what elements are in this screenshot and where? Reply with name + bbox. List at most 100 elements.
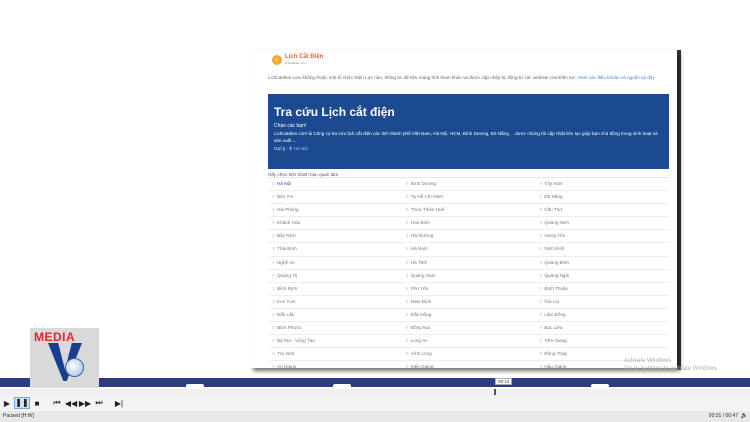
forward-button[interactable]: ▶▶: [78, 399, 92, 408]
province-link[interactable]: ⚲ Hoà Bình: [402, 217, 536, 229]
province-link[interactable]: ⚲ Đà Nẵng: [535, 191, 669, 203]
frame-step-button[interactable]: ▶|: [112, 399, 126, 408]
logo-subtitle: lichcatdien.com: [285, 61, 306, 65]
province-link[interactable]: ⚲ Hải Phòng: [268, 204, 402, 216]
province-link[interactable]: ⚲ Bình Dương: [402, 178, 536, 190]
province-link[interactable]: ⚲ Phú Yên: [402, 283, 536, 295]
province-link[interactable]: ⚲ Nam Định: [402, 296, 536, 308]
province-link[interactable]: ⚲ Cần Thơ: [535, 204, 669, 216]
map-pin-icon: ⚲: [272, 351, 276, 357]
province-link[interactable]: ⚲ Đắk Lắk: [268, 309, 402, 321]
map-pin-icon: ⚲: [539, 325, 543, 331]
province-name: Tp Hồ Chí Minh: [410, 194, 443, 200]
skip-back-button[interactable]: ⏮: [50, 398, 64, 408]
map-pin-icon: ⚲: [539, 364, 543, 368]
province-link[interactable]: ⚲ Quảng Ninh: [535, 217, 669, 229]
province-link[interactable]: ⚲ Hà Nội: [268, 178, 402, 190]
province-link[interactable]: ⚲ Kon Tum: [268, 296, 402, 308]
hero-greeting: Chào các bạn!: [274, 123, 307, 129]
province-name: Cần Thơ: [544, 207, 563, 213]
province-name: Đồng Tháp: [544, 351, 568, 357]
map-pin-icon: ⚲: [272, 233, 276, 239]
map-pin-icon: ⚲: [405, 364, 409, 368]
province-row: ⚲ Đắk Lắk ⚲ Đắk Nông ⚲ Lâm Đồng: [268, 309, 669, 323]
province-link[interactable]: ⚲ Bến Tre: [268, 191, 402, 203]
province-link[interactable]: ⚲ Tây Ninh: [535, 178, 669, 190]
hint-location-link[interactable]: Hà Nội: [294, 146, 308, 151]
province-link[interactable]: ⚲ Nghệ An: [268, 257, 402, 269]
map-pin-icon: ⚲: [272, 325, 276, 331]
province-link[interactable]: ⚲ Kiên Giang: [402, 361, 536, 368]
province-name: Khánh Hòa: [277, 220, 301, 226]
province-row: ⚲ Bình Định ⚲ Phú Yên ⚲ Bình Thuận: [268, 283, 669, 296]
province-name: Nam Định: [410, 298, 432, 304]
site-logo[interactable]: ⚡ Lịch Cắt Điện lichcatdien.com: [272, 54, 323, 66]
map-pin-icon: ⚲: [539, 311, 543, 317]
province-name: Phú Yên: [410, 285, 429, 291]
map-pin-icon: ⚲: [539, 194, 543, 200]
province-row: ⚲ Bình Phước ⚲ Đồng Nai ⚲ Bạc Liêu: [268, 322, 669, 336]
province-name: Đắk Nông: [410, 311, 432, 317]
province-link[interactable]: ⚲ Gia Lai: [535, 296, 669, 308]
province-link[interactable]: ⚲ Thái Bình: [268, 243, 402, 255]
province-link[interactable]: ⚲ Tiền Giang: [535, 335, 669, 347]
province-link[interactable]: ⚲ An Giang: [268, 361, 402, 368]
province-name: Thừa Thiên Huế: [410, 207, 445, 213]
province-name: Hà Nam: [410, 246, 428, 252]
province-link[interactable]: ⚲ Bình Định: [268, 283, 402, 295]
browser-page: ⚡ Lịch Cắt Điện lichcatdien.com Lichcatd…: [250, 50, 677, 368]
play-button[interactable]: ▶: [0, 399, 14, 408]
province-link[interactable]: ⚲ Quảng Trị: [268, 270, 402, 282]
province-link[interactable]: ⚲ Bắc Ninh: [268, 230, 402, 242]
province-row: ⚲ Hà Nội ⚲ Bình Dương ⚲ Tây Ninh: [268, 178, 669, 192]
map-pin-icon: ⚲: [272, 338, 276, 344]
province-name: Đồng Nai: [410, 325, 430, 331]
map-pin-icon: ⚲: [539, 272, 543, 278]
province-link[interactable]: ⚲ Quảng Ngãi: [535, 270, 669, 282]
skip-forward-button[interactable]: ⏭: [92, 398, 106, 408]
player-status-bar: Paused [H:W] 00:31 / 00:47 🔈: [0, 411, 750, 422]
province-link[interactable]: ⚲ Bà Rịa - Vũng Tàu: [268, 335, 402, 347]
province-link[interactable]: ⚲ Bạc Liêu: [535, 322, 669, 334]
province-name: Hậu Giang: [544, 364, 567, 368]
playback-status: Paused [H:W]: [3, 413, 34, 419]
province-link[interactable]: ⚲ Hà Tĩnh: [402, 257, 536, 269]
province-link[interactable]: ⚲ Khánh Hòa: [268, 217, 402, 229]
province-link[interactable]: ⚲ Quảng Bình: [535, 257, 669, 269]
volume-icon[interactable]: 🔈: [741, 411, 748, 422]
time-readout: 00:31 / 00:47: [708, 413, 738, 419]
province-link[interactable]: ⚲ Ninh Bình: [535, 243, 669, 255]
province-link[interactable]: ⚲ Hưng Yên: [535, 230, 669, 242]
province-row: ⚲ An Giang ⚲ Kiên Giang ⚲ Hậu Giang: [268, 361, 669, 368]
province-link[interactable]: ⚲ Bình Phước: [268, 322, 402, 334]
logo-text: Lịch Cắt Điện lichcatdien.com: [285, 54, 323, 66]
province-link[interactable]: ⚲ Vĩnh Long: [402, 348, 536, 360]
province-link[interactable]: ⚲ Đắk Nông: [402, 309, 536, 321]
province-link[interactable]: ⚲ Thừa Thiên Huế: [402, 204, 536, 216]
province-row: ⚲ Kon Tum ⚲ Nam Định ⚲ Gia Lai: [268, 296, 669, 309]
stop-button[interactable]: ■: [30, 399, 44, 408]
province-name: Hải Phòng: [277, 207, 299, 213]
rewind-button[interactable]: ◀◀: [64, 399, 78, 408]
province-name: Quảng Bình: [544, 259, 569, 265]
province-link[interactable]: ⚲ Tp Hồ Chí Minh: [402, 191, 536, 203]
province-name: Bình Dương: [410, 181, 436, 186]
province-link[interactable]: ⚲ Lâm Đồng: [535, 309, 669, 321]
province-name: Bình Phước: [277, 325, 302, 331]
province-link[interactable]: ⚲ Quảng Nam: [402, 270, 536, 282]
pause-button[interactable]: ❚❚: [14, 397, 30, 409]
map-pin-icon: ⚲: [405, 233, 409, 239]
province-link[interactable]: ⚲ Đồng Nai: [402, 322, 536, 334]
terms-link[interactable]: Xem các điều khoản và nguồn tại đây: [578, 75, 655, 80]
province-row: ⚲ Bà Rịa - Vũng Tàu ⚲ Long An ⚲ Tiền Giang: [268, 335, 669, 349]
province-name: Quảng Trị: [277, 272, 298, 278]
province-link[interactable]: ⚲ Long An: [402, 335, 536, 347]
map-pin-icon: ⚲: [539, 351, 543, 357]
province-link[interactable]: ⚲ Hà Nam: [402, 243, 536, 255]
province-link[interactable]: ⚲ Bình Thuận: [535, 283, 669, 295]
province-link[interactable]: ⚲ Hải Dương: [402, 230, 536, 242]
map-pin-icon: ⚲: [272, 194, 276, 200]
province-link[interactable]: ⚲ Trà Vinh: [268, 348, 402, 360]
map-pin-icon: ⚲: [405, 338, 409, 344]
province-name: Quảng Ninh: [544, 220, 569, 226]
